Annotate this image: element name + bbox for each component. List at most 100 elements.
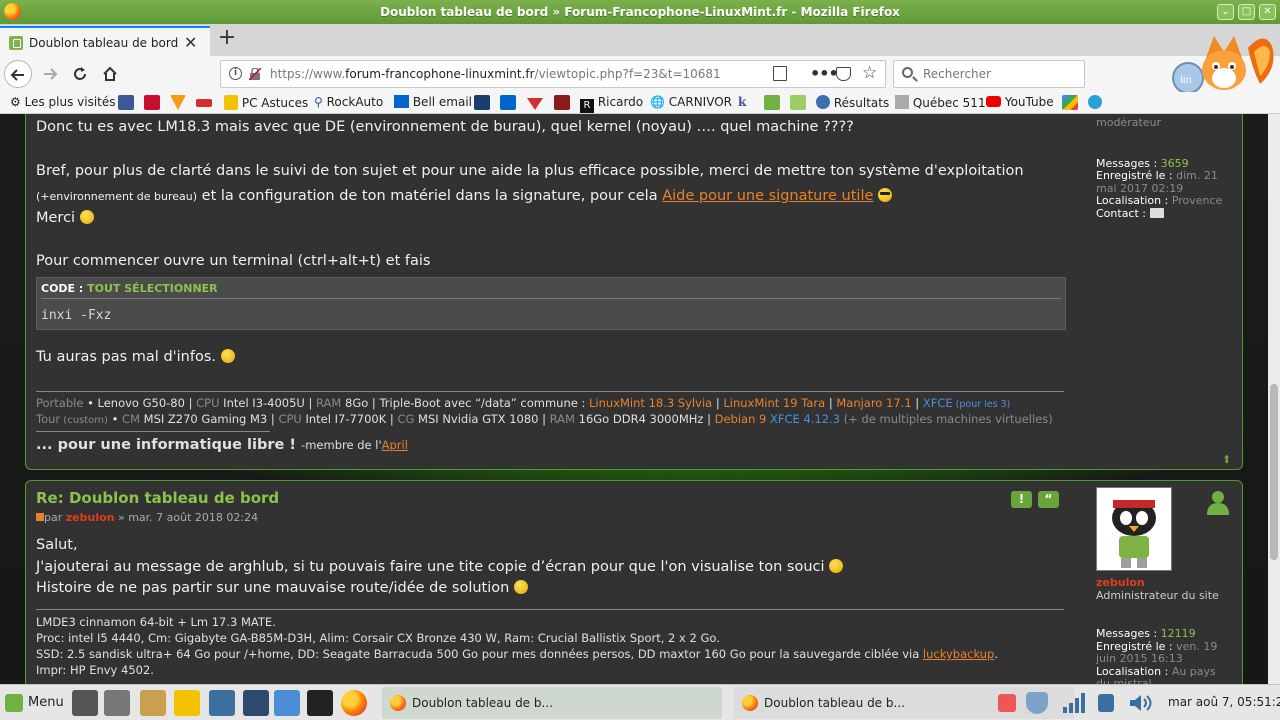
post-text-line: Bref, pour plus de clarté dans le suivi …: [36, 163, 1024, 179]
back-button[interactable]: [4, 60, 32, 88]
reload-icon: [74, 67, 86, 80]
window-titlebar: Doublon tableau de bord » Forum-Francoph…: [0, 0, 1280, 24]
folder-icon[interactable]: [174, 690, 200, 716]
firefox-launcher-icon[interactable]: [341, 690, 367, 716]
system-monitor-icon[interactable]: [209, 690, 235, 716]
select-all-link[interactable]: TOUT SÉLECTIONNER: [87, 282, 218, 295]
insecure-lock-icon[interactable]: [249, 68, 261, 80]
post-text-line: J'ajouterai au message de arghlub, si tu…: [36, 559, 844, 575]
funnel-icon[interactable]: [170, 95, 186, 110]
tab-strip: Doublon tableau de bord » Fo ✕ +: [0, 24, 1280, 56]
volume-icon[interactable]: [1128, 694, 1152, 712]
new-tab-button[interactable]: +: [215, 27, 239, 51]
tab-doublon[interactable]: Doublon tableau de bord » Fo ✕: [0, 26, 210, 56]
page-scrollbar[interactable]: [1268, 114, 1280, 684]
reload-button[interactable]: [66, 60, 94, 88]
gear-icon: ⚙: [10, 95, 21, 109]
april-link[interactable]: April: [382, 438, 408, 452]
taskbar-window-1[interactable]: Doublon tableau de b...: [382, 687, 722, 719]
notes-icon[interactable]: [998, 694, 1016, 712]
signature-help-link[interactable]: Aide pour une signature utile: [662, 188, 873, 204]
post-text-line: (+environnement de bureau) et la configu…: [36, 188, 893, 204]
bookmark-most-visited[interactable]: ⚙ Les plus visités: [10, 95, 116, 109]
document-icon[interactable]: [274, 690, 300, 716]
bookmark-pc-astuces[interactable]: PC Astuces: [224, 95, 308, 110]
site-info-icon[interactable]: i: [229, 67, 242, 80]
luckybackup-link[interactable]: luckybackup: [923, 647, 994, 661]
taskbar-window-2[interactable]: Doublon tableau de b...: [734, 687, 1074, 719]
bookmark-ricardo[interactable]: R Ricardo: [580, 95, 643, 113]
author-role: modérateur: [1096, 116, 1162, 129]
home-icon: [103, 66, 117, 81]
bookmark-carnivor[interactable]: 🌐 CARNIVOR: [650, 95, 732, 109]
flag-icon[interactable]: [554, 95, 570, 110]
messages-count[interactable]: 12119: [1161, 627, 1196, 640]
arrow-down-red-icon[interactable]: [527, 98, 543, 110]
close-tab-icon[interactable]: ✕: [184, 33, 197, 52]
bookmark-bell-email[interactable]: Bell email: [394, 95, 472, 109]
post-icon: [36, 513, 44, 521]
start-menu-button[interactable]: Menu: [2, 691, 68, 715]
green-bookmark-icon[interactable]: [764, 95, 780, 110]
search-icon: [902, 67, 913, 78]
canadian-tire-icon[interactable]: [144, 95, 160, 110]
page-actions-icon[interactable]: •••: [810, 64, 839, 83]
user-online-icon: [1207, 491, 1229, 515]
avatar[interactable]: [1096, 487, 1172, 571]
package-icon[interactable]: [140, 690, 166, 716]
reader-view-icon[interactable]: [773, 66, 787, 81]
system-clock[interactable]: mar aoû 7, 05:51:25: [1168, 695, 1280, 709]
k-icon[interactable]: k: [738, 95, 746, 109]
terminal-icon[interactable]: [307, 690, 333, 716]
bookmarks-toolbar: ⚙ Les plus visités PC Astuces ⚲ RockAuto…: [0, 92, 1280, 114]
camera-icon[interactable]: [104, 690, 130, 716]
asus-icon[interactable]: [196, 99, 212, 107]
pocket-icon[interactable]: [836, 67, 851, 81]
bookmark-youtube[interactable]: YouTube: [986, 95, 1054, 109]
search-engine-icon[interactable]: [474, 95, 490, 110]
grin-smiley-icon: [513, 580, 528, 594]
bell-small-icon[interactable]: [500, 95, 516, 110]
green-face-icon[interactable]: [790, 95, 806, 110]
post-author-link[interactable]: zebulon: [66, 511, 115, 524]
post-panel: Donc tu es avec LM18.3 mais avec que DE …: [25, 114, 1243, 470]
minimize-button[interactable]: ⌄: [1217, 4, 1234, 20]
url-bar[interactable]: i https://www.forum-francophone-linuxmin…: [220, 60, 886, 88]
network-icon[interactable]: [1062, 693, 1086, 713]
search-placeholder: Rechercher: [923, 67, 991, 81]
forward-button[interactable]: [36, 60, 64, 88]
home-button[interactable]: [96, 60, 124, 88]
post-text-line: Donc tu es avec LM18.3 mais avec que DE …: [36, 119, 854, 135]
screenshot-icon[interactable]: [243, 690, 269, 716]
url-text[interactable]: https://www.forum-francophone-linuxmint.…: [270, 67, 721, 81]
contact-icon[interactable]: [1149, 207, 1164, 218]
calculator-icon[interactable]: [72, 690, 98, 716]
bookmark-star-icon[interactable]: ☆: [862, 63, 877, 83]
update-manager-icon[interactable]: [1098, 694, 1114, 712]
google-maps-icon[interactable]: [1062, 95, 1078, 110]
facebook-icon[interactable]: [118, 95, 134, 110]
close-window-button[interactable]: ✕: [1259, 4, 1276, 20]
navigation-toolbar: i https://www.forum-francophone-linuxmin…: [0, 56, 1280, 92]
post-title[interactable]: Re: Doublon tableau de bord: [36, 489, 279, 507]
tab-label: Doublon tableau de bord » Fo: [29, 36, 179, 50]
bookmark-quebec511[interactable]: Québec 511: [895, 95, 986, 110]
author-profile: modérateur Messages : 3659 Enregistré le…: [1096, 116, 1226, 220]
maximize-button[interactable]: □: [1238, 4, 1255, 20]
messages-count[interactable]: 3659: [1161, 157, 1189, 170]
shield-icon[interactable]: [1026, 692, 1048, 714]
quote-button[interactable]: “: [1038, 491, 1059, 508]
bookmark-resultats[interactable]: Résultats: [816, 95, 889, 110]
report-button[interactable]: !: [1011, 491, 1032, 508]
signature-line: SSD: 2.5 sandisk ultra+ 64 Go pour /+hom…: [36, 647, 999, 661]
wink-smiley-icon: [829, 559, 844, 573]
blue-swirl-icon[interactable]: [1088, 95, 1102, 109]
lottery-icon: [816, 95, 830, 109]
scrollbar-thumb[interactable]: [1270, 384, 1278, 560]
search-bar[interactable]: Rechercher: [893, 60, 1085, 88]
bookmark-rockauto[interactable]: ⚲ RockAuto: [314, 95, 383, 109]
post-text-line: Salut,: [36, 537, 78, 553]
author-name-link[interactable]: zebulon: [1096, 576, 1226, 590]
firefox-icon: [742, 695, 758, 711]
back-to-top-icon[interactable]: ⬆: [1222, 453, 1231, 466]
